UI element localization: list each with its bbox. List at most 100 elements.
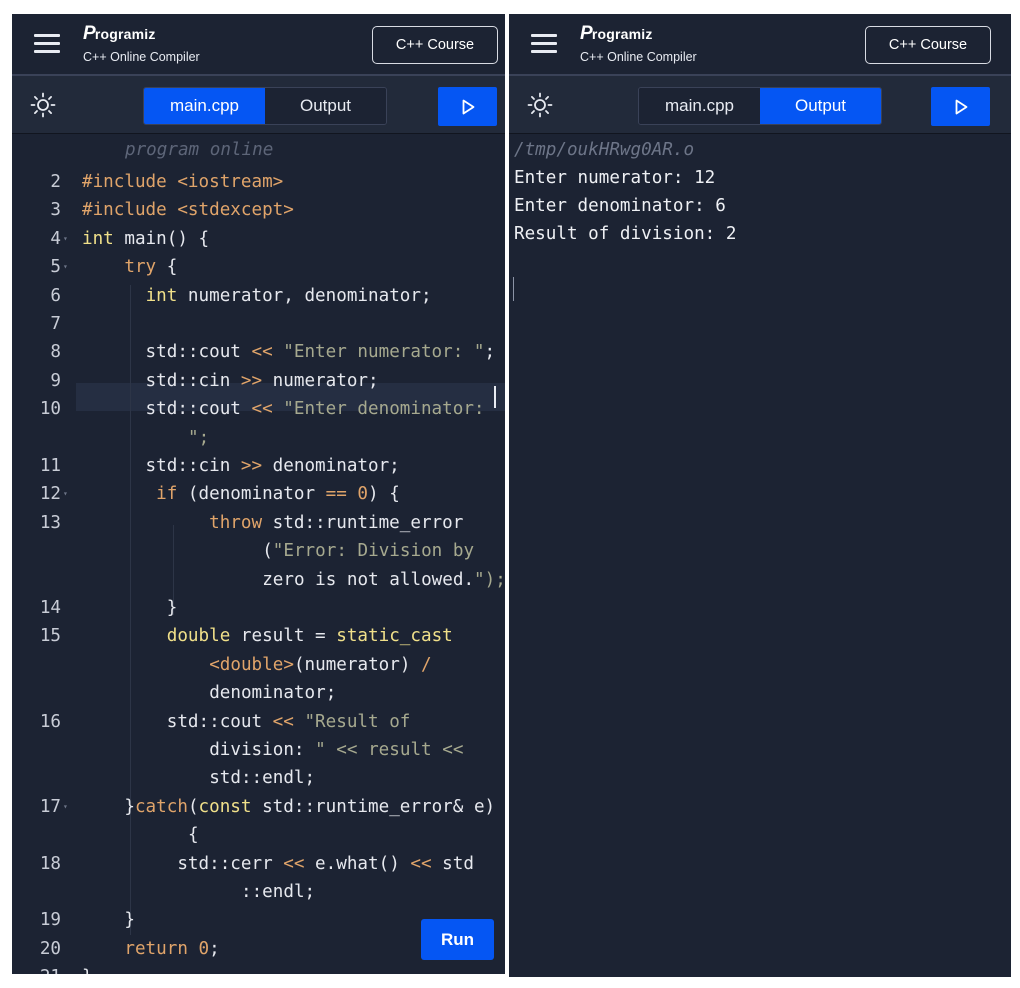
line-number: 19: [39, 910, 61, 931]
output-panel: Programiz C++ Online Compiler C++ Course…: [509, 14, 1011, 977]
code-text: int numerator, denominator;: [145, 285, 432, 306]
code-line: 8 std::cout << "Enter numerator: ";: [12, 338, 505, 366]
compiler-subtitle: C++ Online Compiler: [580, 50, 697, 64]
code-text: division: " << result <<: [209, 740, 464, 760]
output-line: Result of division: 2: [514, 224, 737, 244]
tab-main-cpp[interactable]: main.cpp: [639, 88, 760, 124]
line-number: 14: [39, 598, 61, 618]
code-text: ("Error: Division by: [262, 541, 475, 562]
code-text: throw std::runtime_error: [209, 512, 464, 533]
code-text: }: [82, 963, 93, 974]
sun-icon[interactable]: [527, 92, 553, 118]
line-number: 8: [50, 342, 61, 363]
line-number: 17: [39, 796, 61, 817]
fold-chevron-icon[interactable]: ▾: [63, 480, 68, 508]
code-line: 17 ▾ }catch(const std::runtime_error& e): [12, 793, 505, 821]
code-text: std::cin >> denominator;: [82, 456, 400, 476]
line-number: 4: [50, 228, 61, 249]
file-tabs: main.cpp Output: [143, 87, 387, 125]
cpp-course-button[interactable]: C++ Course: [372, 26, 498, 64]
code-line: 3 #include <stdexcept>: [12, 196, 505, 224]
code-line: 14 }: [12, 594, 505, 622]
line-number: 12: [39, 484, 61, 505]
programiz-logo[interactable]: Programiz: [83, 23, 156, 45]
code-text: }: [82, 598, 178, 618]
line-number: 21: [12, 963, 61, 974]
code-text: if (denominator == 0) {: [156, 484, 400, 505]
code-line: 10 std::cout << "Enter denominator:: [12, 395, 505, 423]
code-line: 6 int numerator, denominator;: [12, 282, 505, 310]
tab-output[interactable]: Output: [265, 88, 386, 124]
code-text: std::cout << "Enter denominator:: [82, 399, 485, 420]
output-toolbar: main.cpp Output: [509, 76, 1011, 134]
code-text: double result = static_cast: [166, 626, 453, 647]
code-text: <double>(numerator) /: [209, 654, 432, 675]
output-line: Enter denominator: 6: [514, 196, 726, 216]
line-number: 10: [39, 399, 61, 420]
code-line: 4 ▾ int main() {: [12, 225, 505, 253]
code-line: 5 ▾ try {: [12, 253, 505, 281]
code-line: 13 throw std::runtime_error: [12, 509, 505, 537]
editor-toolbar: main.cpp Output: [12, 76, 505, 134]
code-text: std::cerr << e.what() << std: [82, 853, 474, 874]
code-text: int main() {: [82, 228, 210, 249]
compiler-subtitle: C++ Online Compiler: [83, 50, 200, 64]
code-text: ::endl;: [241, 882, 316, 902]
line-number: 3: [50, 200, 61, 221]
code-line: 12 ▾ if (denominator == 0) {: [12, 480, 505, 508]
code-text: std::cout << "Enter numerator: ";: [82, 342, 496, 363]
code-line: 16 std::cout << "Result of: [12, 708, 505, 736]
line-number: 7: [50, 314, 61, 334]
fold-chevron-icon[interactable]: ▾: [63, 225, 68, 253]
fold-chevron-icon[interactable]: ▾: [63, 793, 68, 821]
code-line: 21}: [12, 963, 505, 974]
code-editor[interactable]: program online 2 #include <iostream> 3 #incl…: [12, 135, 505, 974]
play-icon: [462, 99, 474, 114]
line-number: 15: [39, 626, 61, 647]
code-line: 2 #include <iostream>: [12, 168, 505, 196]
line-number: 11: [39, 456, 61, 476]
code-text: std::cout << "Result of: [82, 711, 411, 732]
input-caret: [513, 277, 514, 301]
run-play-button[interactable]: [438, 87, 497, 126]
code-text: denominator;: [209, 683, 337, 704]
output-console[interactable]: /tmp/oukHRwg0AR.o Enter numerator: 12 En…: [509, 135, 1011, 977]
editor-panel: Programiz C++ Online Compiler C++ Course…: [12, 14, 505, 974]
code-text: }catch(const std::runtime_error& e): [82, 796, 496, 817]
code-text: {: [188, 825, 199, 846]
output-binary-path: /tmp/oukHRwg0AR.o: [514, 140, 695, 160]
run-button[interactable]: Run: [421, 919, 494, 960]
programiz-logo[interactable]: Programiz: [580, 23, 653, 45]
line-number: 13: [39, 512, 61, 533]
code-line: 15 double result = static_cast: [12, 622, 505, 650]
code-line: 7: [12, 310, 505, 338]
code-text: ";: [188, 427, 210, 448]
hamburger-menu-icon[interactable]: [531, 34, 557, 54]
code-text: }: [82, 910, 135, 931]
fold-chevron-icon[interactable]: ▾: [63, 253, 68, 281]
tab-main-cpp[interactable]: main.cpp: [144, 88, 265, 124]
run-play-button[interactable]: [931, 87, 990, 126]
code-text: try {: [124, 257, 178, 278]
code-text: std::endl;: [209, 768, 316, 789]
line-number: 16: [39, 711, 61, 732]
output-line: Enter numerator: 12: [514, 168, 716, 188]
code-text: #include <stdexcept>: [82, 200, 294, 221]
code-comment-text: program online: [125, 139, 274, 160]
line-number: 2: [50, 172, 61, 192]
code-text: #include <iostream>: [82, 172, 284, 192]
code-text: zero is not allowed.");: [262, 569, 505, 590]
hamburger-menu-icon[interactable]: [34, 34, 60, 54]
top-header: Programiz C++ Online Compiler C++ Course: [12, 14, 505, 76]
line-number: 20: [39, 938, 61, 959]
code-text: std::cin >> numerator;: [82, 370, 379, 391]
cpp-course-button[interactable]: C++ Course: [865, 26, 991, 64]
sun-icon[interactable]: [30, 92, 56, 118]
tab-output[interactable]: Output: [760, 88, 881, 124]
code-text: return 0;: [124, 938, 220, 959]
play-icon: [955, 99, 967, 114]
code-line: 9 std::cin >> numerator;: [12, 367, 505, 395]
top-header: Programiz C++ Online Compiler C++ Course: [509, 14, 1011, 76]
line-number: 6: [50, 285, 61, 306]
file-tabs: main.cpp Output: [638, 87, 882, 125]
